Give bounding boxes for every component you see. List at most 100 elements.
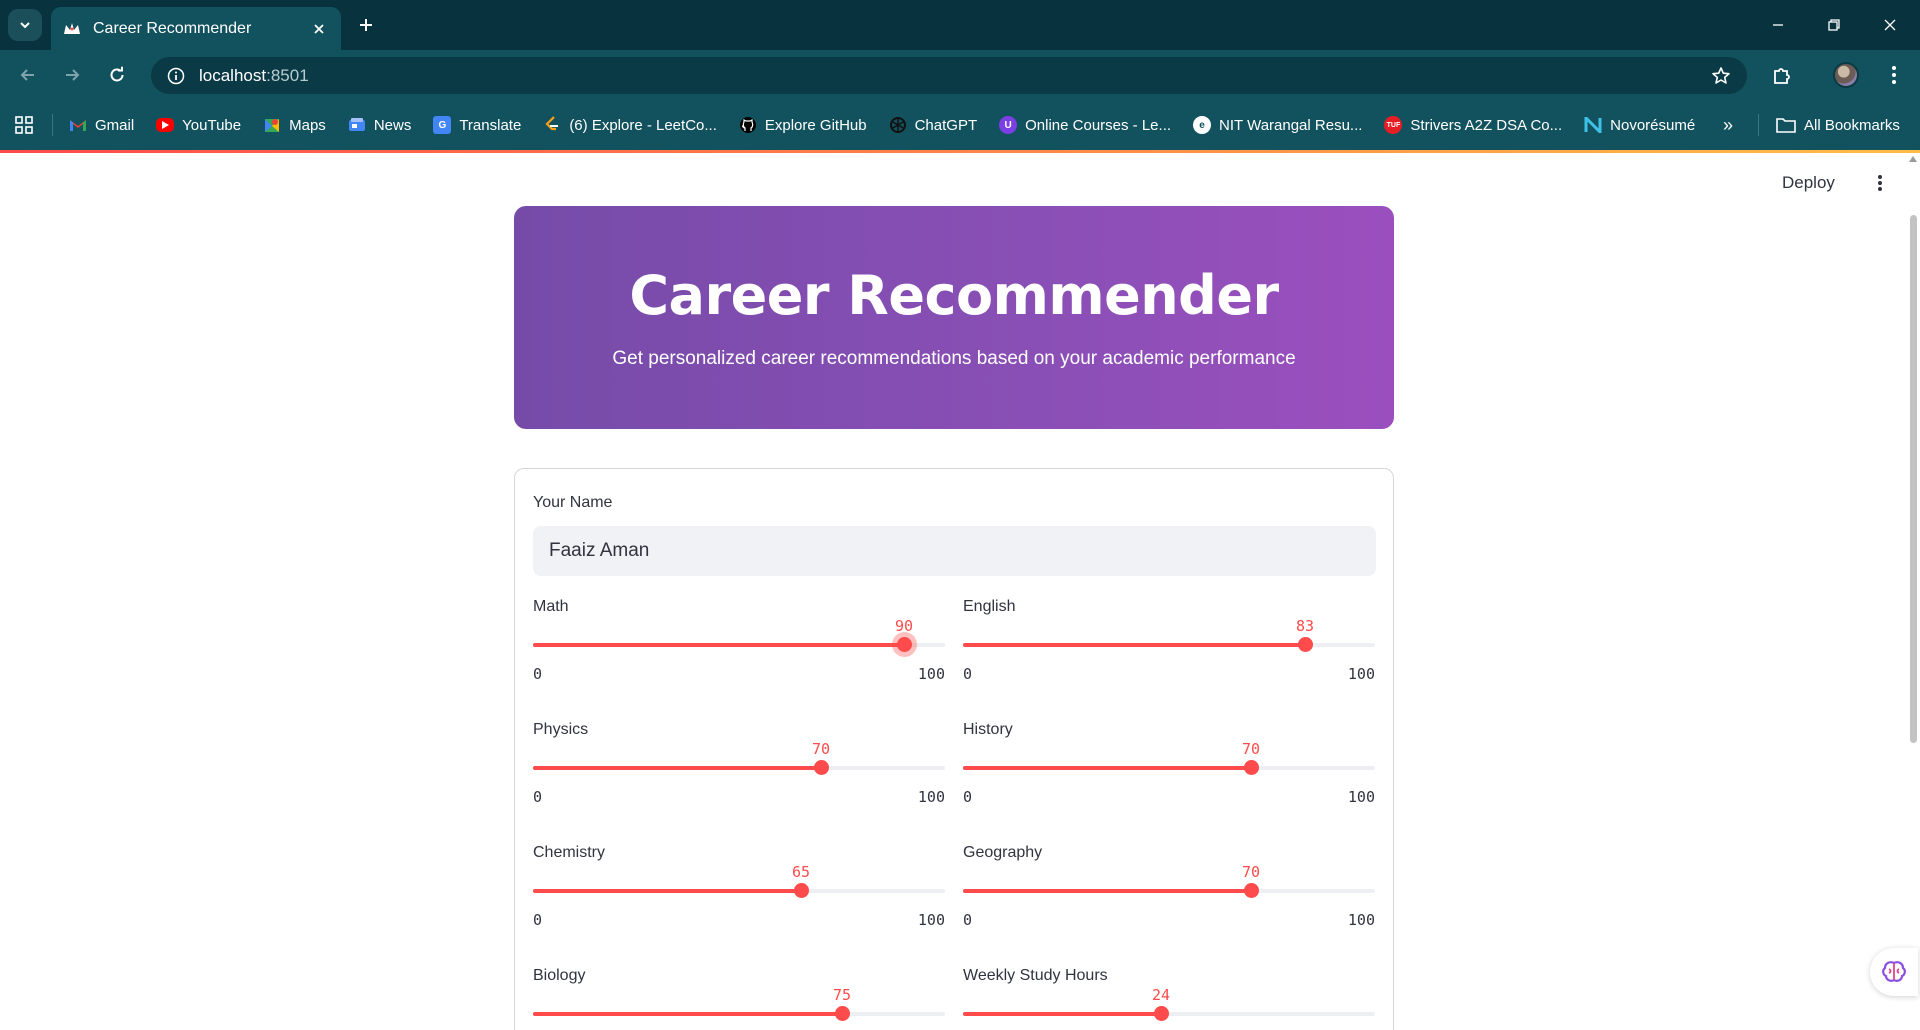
browser-toolbar: localhost:8501 bbox=[0, 50, 1920, 100]
slider-track[interactable] bbox=[963, 889, 1375, 893]
profile-button[interactable] bbox=[1830, 59, 1862, 91]
slider-thumb[interactable] bbox=[1298, 637, 1313, 652]
slider-min: 0 bbox=[963, 911, 973, 929]
slider-track[interactable] bbox=[963, 766, 1375, 770]
slider-value: 70 bbox=[1241, 863, 1261, 881]
close-icon bbox=[1884, 19, 1896, 31]
bookmark-news[interactable]: News bbox=[348, 116, 412, 134]
slider-thumb[interactable] bbox=[897, 637, 912, 652]
bookmark-online-courses[interactable]: U Online Courses - Le... bbox=[999, 116, 1171, 134]
slider-value: 75 bbox=[832, 986, 852, 1004]
bookmark-label: YouTube bbox=[182, 116, 242, 134]
site-info-icon[interactable] bbox=[165, 65, 187, 87]
slider-min: 0 bbox=[533, 911, 543, 929]
scrollbar-thumb[interactable] bbox=[1910, 215, 1917, 743]
more-bookmarks-button[interactable]: » bbox=[1714, 113, 1742, 137]
nitw-icon: e bbox=[1193, 116, 1212, 134]
slider-track[interactable] bbox=[533, 643, 945, 647]
bookmark-github[interactable]: Explore GitHub bbox=[739, 116, 867, 134]
slider-biology[interactable]: Biology750100 bbox=[533, 967, 945, 1030]
apps-grid-icon[interactable] bbox=[12, 113, 36, 137]
slider-fill bbox=[533, 1012, 842, 1016]
slider-value: 83 bbox=[1295, 617, 1315, 635]
extensions-button[interactable] bbox=[1766, 59, 1798, 91]
slider-geography[interactable]: Geography 70 0 100 bbox=[963, 844, 1375, 934]
bookmark-label: Translate bbox=[459, 116, 522, 134]
bookmark-translate[interactable]: G Translate bbox=[433, 116, 521, 134]
bookmark-label: Online Courses - Le... bbox=[1025, 116, 1172, 134]
more-vertical-icon bbox=[1878, 175, 1882, 191]
browser-menu-button[interactable] bbox=[1878, 59, 1910, 91]
slider-max: 100 bbox=[1347, 911, 1375, 929]
all-bookmarks-button[interactable]: All Bookmarks bbox=[1776, 100, 1900, 150]
slider-min: 0 bbox=[533, 788, 543, 806]
new-tab-button[interactable] bbox=[352, 11, 380, 39]
slider-weekly-study-hours[interactable]: Weekly Study Hours24050 bbox=[963, 967, 1375, 1030]
slider-thumb[interactable] bbox=[835, 1006, 850, 1021]
forward-button[interactable] bbox=[56, 59, 88, 91]
tab-career-recommender[interactable]: Career Recommender bbox=[51, 7, 341, 50]
bookmark-youtube[interactable]: YouTube bbox=[156, 117, 241, 134]
slider-chemistry[interactable]: Chemistry 65 0 100 bbox=[533, 844, 945, 934]
window-close-button[interactable] bbox=[1862, 0, 1918, 50]
page-title: Career Recommender bbox=[629, 264, 1279, 327]
bookmark-label: News bbox=[373, 116, 412, 134]
deploy-button[interactable]: Deploy bbox=[1782, 173, 1835, 193]
github-icon bbox=[739, 116, 757, 134]
restore-button[interactable] bbox=[1806, 0, 1862, 50]
reload-button[interactable] bbox=[101, 59, 133, 91]
bookmark-star-icon[interactable] bbox=[1709, 64, 1733, 88]
address-bar[interactable]: localhost:8501 bbox=[151, 57, 1747, 94]
minimize-icon bbox=[1773, 24, 1783, 26]
slider-thumb[interactable] bbox=[1154, 1006, 1169, 1021]
bookmark-nit-warangal[interactable]: e NIT Warangal Resu... bbox=[1193, 116, 1362, 134]
bookmark-label: Novorésumé bbox=[1610, 116, 1696, 134]
page-subtitle: Get personalized career recommendations … bbox=[612, 348, 1296, 369]
bookmarks-divider bbox=[52, 114, 53, 136]
slider-math[interactable]: Math 90 0 100 bbox=[533, 598, 945, 688]
tab-search-button[interactable] bbox=[8, 9, 42, 41]
slider-track[interactable] bbox=[963, 1012, 1375, 1016]
slider-fill bbox=[963, 643, 1305, 647]
bookmark-chatgpt[interactable]: ChatGPT bbox=[889, 116, 977, 134]
assistant-button[interactable] bbox=[1870, 948, 1918, 996]
slider-track[interactable] bbox=[533, 1012, 945, 1016]
bookmark-maps[interactable]: Maps bbox=[263, 116, 326, 134]
slider-label: Physics bbox=[533, 721, 589, 738]
slider-physics[interactable]: Physics 70 0 100 bbox=[533, 721, 945, 811]
bookmark-label: Explore GitHub bbox=[764, 116, 867, 134]
tab-title: Career Recommender bbox=[93, 19, 252, 37]
back-button[interactable] bbox=[12, 59, 44, 91]
slider-min: 0 bbox=[533, 665, 543, 683]
slider-fill bbox=[533, 889, 801, 893]
bookmark-leetcode[interactable]: (6) Explore - LeetCo... bbox=[543, 116, 717, 134]
slider-fill bbox=[533, 643, 904, 647]
slider-track[interactable] bbox=[963, 643, 1375, 647]
slider-track[interactable] bbox=[533, 889, 945, 893]
app-menu-button[interactable] bbox=[1866, 169, 1894, 197]
slider-thumb[interactable] bbox=[814, 760, 829, 775]
bookmark-strivers[interactable]: TUF Strivers A2Z DSA Co... bbox=[1384, 116, 1562, 134]
bookmarks-divider bbox=[1758, 114, 1759, 136]
bookmark-gmail[interactable]: Gmail bbox=[69, 116, 134, 134]
slider-history[interactable]: History 70 0 100 bbox=[963, 721, 1375, 811]
scroll-up-arrow[interactable] bbox=[1909, 156, 1917, 162]
slider-min: 0 bbox=[963, 665, 973, 683]
all-bookmarks-label: All Bookmarks bbox=[1804, 116, 1900, 134]
minimize-button[interactable] bbox=[1750, 0, 1806, 50]
slider-thumb[interactable] bbox=[794, 883, 809, 898]
slider-max: 100 bbox=[917, 665, 945, 683]
avatar bbox=[1833, 62, 1859, 88]
student-form: Your Name Math900100English830100Physics… bbox=[514, 468, 1394, 1030]
name-input[interactable] bbox=[533, 526, 1376, 576]
bookmark-novoresume[interactable]: Novorésumé bbox=[1584, 116, 1695, 134]
slider-fill bbox=[533, 766, 821, 770]
slider-label: History bbox=[963, 721, 1013, 738]
gmail-icon bbox=[69, 116, 87, 134]
bookmark-label: Strivers A2Z DSA Co... bbox=[1410, 116, 1563, 134]
slider-thumb[interactable] bbox=[1244, 760, 1259, 775]
slider-english[interactable]: English 83 0 100 bbox=[963, 598, 1375, 688]
close-icon[interactable] bbox=[309, 19, 329, 39]
slider-thumb[interactable] bbox=[1244, 883, 1259, 898]
slider-track[interactable] bbox=[533, 766, 945, 770]
